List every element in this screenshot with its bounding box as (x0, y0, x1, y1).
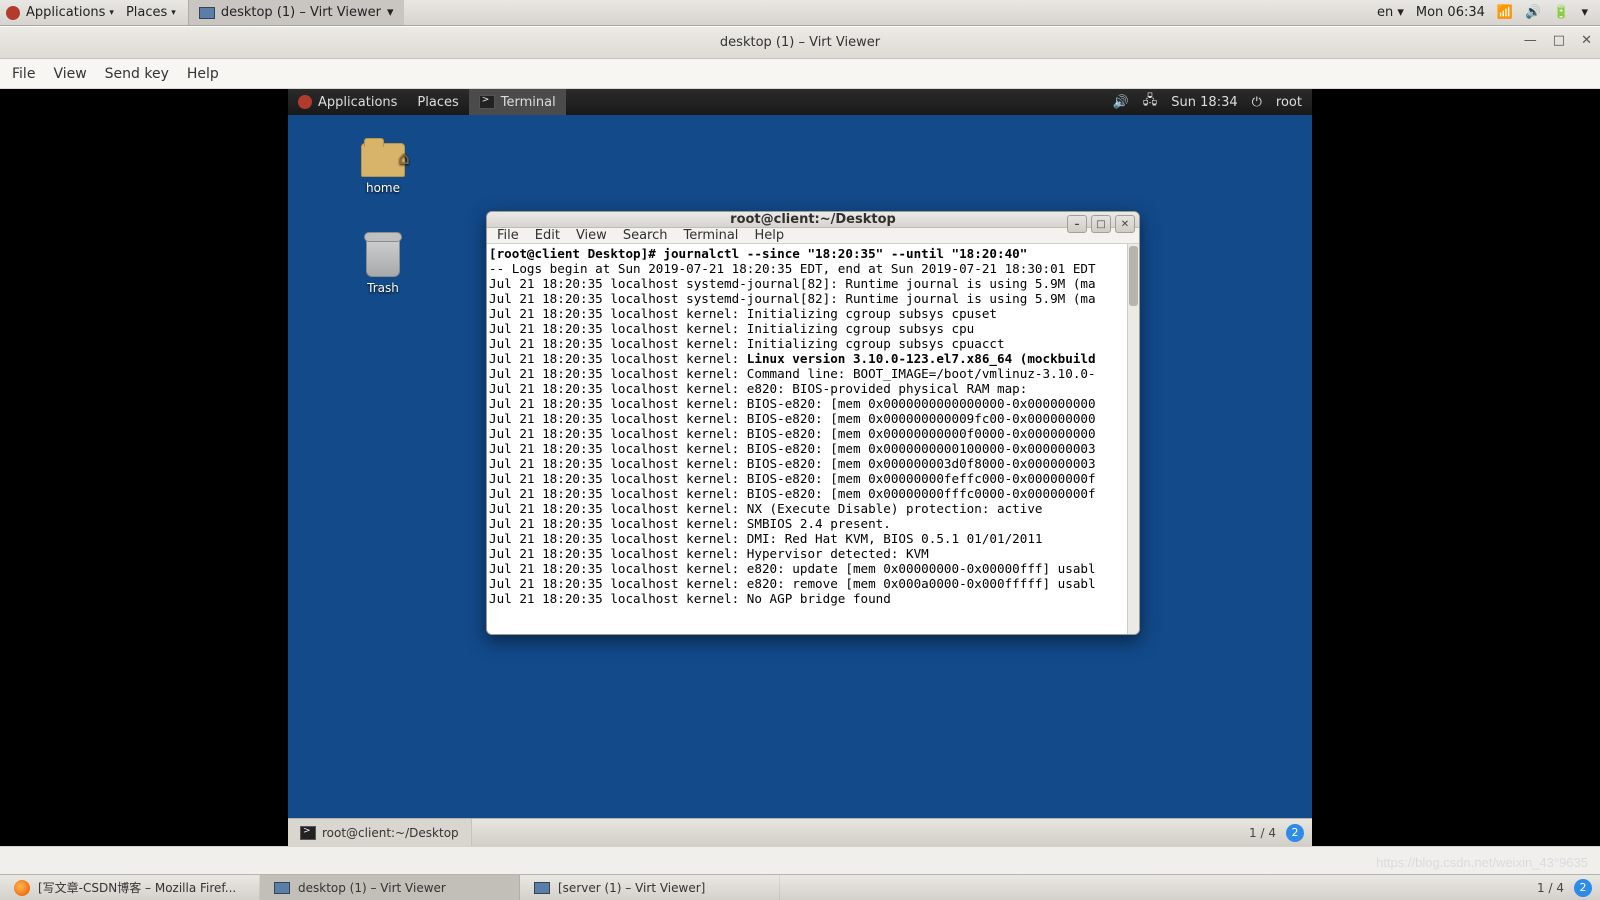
close-button[interactable]: ✕ (1115, 215, 1135, 233)
virt-viewer-titlebar[interactable]: desktop (1) – Virt Viewer — □ ✕ (0, 27, 1600, 59)
virt-viewer-menubar: File View Send key Help (0, 59, 1600, 89)
virt-viewer-statusbar (0, 846, 1600, 874)
terminal-icon (300, 826, 316, 840)
host-task-item[interactable]: [server (1) – Virt Viewer] (520, 875, 780, 900)
guest-menu-applications[interactable]: Applications (288, 89, 407, 115)
screen-icon (534, 882, 550, 894)
host-menu-places[interactable]: Places ▾ (120, 0, 182, 25)
guest-clock[interactable]: Sun 18:34 (1171, 95, 1237, 110)
host-task-label: [写文章-CSDN博客 – Mozilla Firef... (38, 879, 236, 896)
host-top-panel: Applications ▾ Places ▾ desktop (1) – Vi… (0, 0, 1600, 26)
power-icon[interactable]: ▾ (1581, 5, 1588, 20)
desktop-icon-home[interactable]: home (348, 143, 418, 195)
host-task-item[interactable]: desktop (1) – Virt Viewer (260, 875, 520, 900)
screen-icon (274, 882, 290, 894)
guest-menu-applications-label: Applications (318, 95, 397, 110)
watermark: https://blog.csdn.net/weixin_43°9635 (1376, 855, 1588, 870)
terminal-title: root@client:~/Desktop (730, 212, 896, 227)
desktop-icon-label: home (348, 181, 418, 195)
guest-system-tray: 🔊 🖧 Sun 18:34 ⏻ root (1103, 91, 1312, 113)
guest-menu-places[interactable]: Places (407, 89, 468, 115)
desktop-icon-label: Trash (348, 281, 418, 295)
host-bottom-panel: [写文章-CSDN博客 – Mozilla Firef... desktop (1… (0, 874, 1600, 900)
guest-task-label: root@client:~/Desktop (322, 826, 459, 840)
menu-help[interactable]: Help (187, 66, 219, 82)
virt-viewer-window: desktop (1) – Virt Viewer — □ ✕ File Vie… (0, 26, 1600, 874)
battery-icon[interactable]: 🔋 (1553, 5, 1569, 20)
menu-view[interactable]: View (576, 228, 607, 243)
terminal-menubar: File Edit View Search Terminal Help (487, 228, 1139, 244)
firefox-icon (14, 880, 30, 896)
terminal-titlebar[interactable]: root@client:~/Desktop – □ ✕ (487, 212, 1139, 228)
volume-icon[interactable]: 🔊 (1113, 95, 1129, 110)
terminal-window[interactable]: root@client:~/Desktop – □ ✕ File Edit Vi… (486, 211, 1140, 635)
virt-viewer-title: desktop (1) – Virt Viewer (720, 35, 880, 50)
guest-desktop[interactable]: Applications Places Terminal 🔊 🖧 Sun 18:… (288, 89, 1312, 846)
close-button[interactable]: ✕ (1581, 33, 1592, 48)
wifi-icon[interactable]: 📶 (1497, 5, 1513, 20)
menu-send-key[interactable]: Send key (105, 66, 169, 82)
network-icon[interactable]: 🖧 (1143, 91, 1158, 113)
scrollbar-thumb[interactable] (1129, 246, 1138, 306)
chevron-down-icon: ▾ (109, 8, 114, 18)
chevron-down-icon: ▾ (171, 8, 176, 18)
host-task-virtviewer[interactable]: desktop (1) – Virt Viewer ▾ (188, 0, 404, 25)
menu-edit[interactable]: Edit (535, 228, 560, 243)
trash-icon (366, 237, 400, 277)
workspace-badge[interactable]: 2 (1286, 824, 1304, 842)
host-task-item[interactable]: [写文章-CSDN博客 – Mozilla Firef... (0, 875, 260, 900)
host-task-label: desktop (1) – Virt Viewer (221, 5, 381, 20)
menu-file[interactable]: File (12, 66, 35, 82)
input-language[interactable]: en ▾ (1377, 5, 1404, 20)
minimize-button[interactable]: — (1524, 33, 1537, 48)
maximize-button[interactable]: □ (1553, 33, 1565, 48)
screen-icon (199, 7, 215, 19)
menu-file[interactable]: File (497, 228, 519, 243)
distro-icon (298, 95, 312, 109)
terminal-output[interactable]: [root@client Desktop]# journalctl --sinc… (487, 244, 1139, 635)
menu-search[interactable]: Search (623, 228, 668, 243)
host-menu-applications[interactable]: Applications ▾ (20, 0, 120, 25)
menu-view[interactable]: View (53, 66, 86, 82)
guest-task-terminal[interactable]: Terminal (469, 89, 566, 115)
maximize-button[interactable]: □ (1091, 215, 1111, 233)
desktop-icon-trash[interactable]: Trash (348, 237, 418, 295)
power-icon[interactable]: ⏻ (1252, 95, 1262, 110)
workspace-badge[interactable]: 2 (1574, 879, 1592, 897)
workspace-count[interactable]: 1 / 4 (1239, 826, 1286, 840)
chevron-down-icon: ▾ (387, 5, 394, 20)
host-clock[interactable]: Mon 06:34 (1416, 5, 1485, 20)
menu-terminal[interactable]: Terminal (683, 228, 738, 243)
host-menu-applications-label: Applications (26, 5, 105, 20)
guest-task-label: Terminal (501, 95, 556, 110)
terminal-icon (479, 95, 495, 109)
folder-icon (361, 143, 405, 177)
guest-menu-places-label: Places (417, 95, 458, 110)
host-task-label: [server (1) – Virt Viewer] (558, 881, 705, 895)
guest-task-item[interactable]: root@client:~/Desktop (288, 819, 472, 846)
guest-user[interactable]: root (1276, 95, 1302, 110)
host-system-tray: en ▾ Mon 06:34 📶 🔊 🔋 ▾ (1377, 5, 1594, 20)
workspace-count[interactable]: 1 / 4 (1527, 881, 1574, 895)
volume-icon[interactable]: 🔊 (1525, 5, 1541, 20)
distro-icon (6, 6, 20, 20)
minimize-button[interactable]: – (1067, 215, 1087, 233)
host-task-label: desktop (1) – Virt Viewer (298, 881, 446, 895)
guest-bottom-panel: root@client:~/Desktop 1 / 4 2 (288, 818, 1312, 846)
guest-display-area: Applications Places Terminal 🔊 🖧 Sun 18:… (0, 89, 1600, 846)
menu-help[interactable]: Help (754, 228, 784, 243)
host-menu-places-label: Places (126, 5, 167, 20)
terminal-scrollbar[interactable] (1127, 244, 1139, 635)
guest-top-panel: Applications Places Terminal 🔊 🖧 Sun 18:… (288, 89, 1312, 115)
